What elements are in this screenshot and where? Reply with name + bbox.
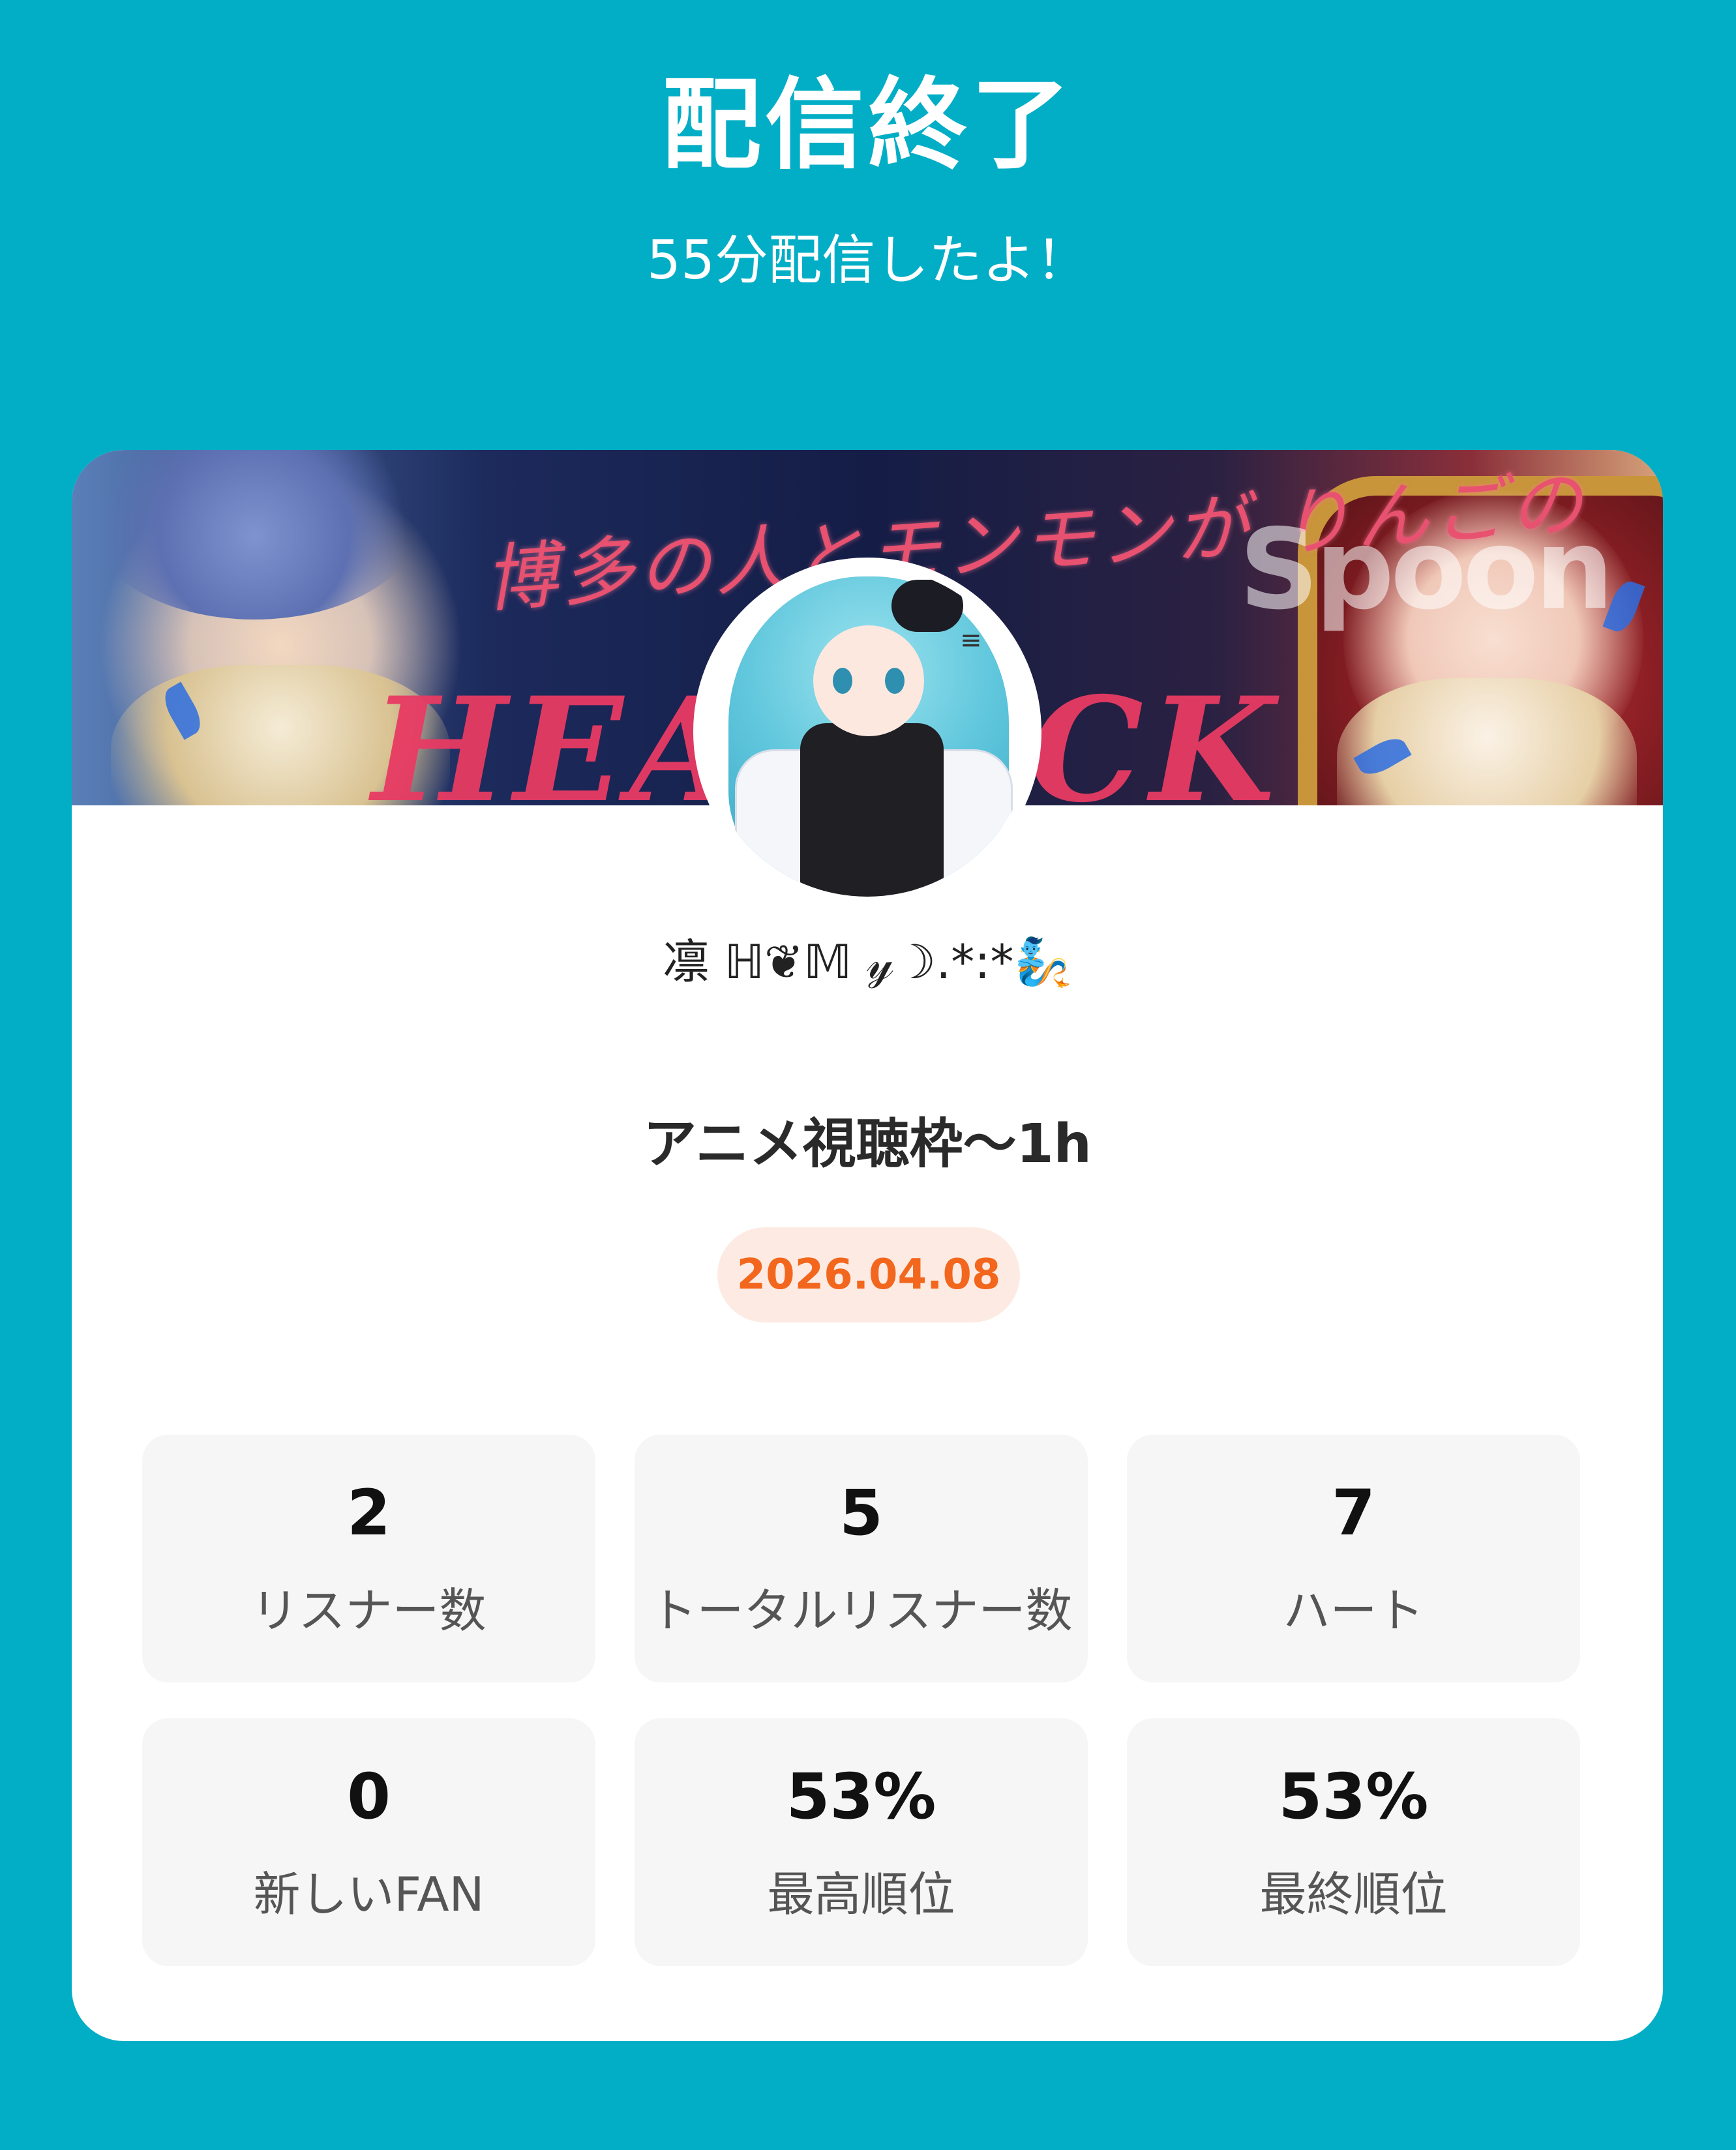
stat-value: 5 — [839, 1476, 883, 1549]
stat-total-listeners: 5 トータルリスナー数 — [635, 1435, 1088, 1682]
stat-listeners: 2 リスナー数 — [142, 1435, 595, 1682]
stat-value: 2 — [347, 1476, 391, 1549]
stat-label: 最高順位 — [767, 1867, 955, 1922]
spoon-logo: Spoon — [1239, 505, 1614, 635]
avatar-eye — [885, 668, 905, 694]
avatar-image: ≡ — [702, 567, 1032, 897]
date-badge: 2026.04.08 — [717, 1227, 1020, 1322]
stat-label: ハート — [1283, 1583, 1424, 1638]
stat-label: 新しいFAN — [253, 1867, 485, 1922]
avatar-hair-bow — [891, 580, 963, 632]
stat-final-rank: 53% 最終順位 — [1127, 1718, 1580, 1966]
stat-hearts: 7 ハート — [1127, 1435, 1580, 1682]
broadcast-duration-text: 55分配信したよ！ — [646, 230, 1090, 291]
avatar-face — [813, 625, 924, 736]
stat-value: 7 — [1332, 1476, 1375, 1549]
avatar[interactable]: ≡ — [693, 558, 1041, 906]
stream-title: アニメ視聴枠～1h — [643, 1113, 1092, 1175]
stat-label: 最終順位 — [1259, 1867, 1448, 1922]
avatar-dress — [800, 723, 944, 897]
sparkle-icon: ≡ — [960, 625, 982, 655]
stat-value: 53% — [1278, 1760, 1429, 1833]
broadcast-summary-card: 博多の人とモンモンが りんごの HEAL ACK Spoon ≡ 凛 ℍ❦𝕄 𝓎… — [72, 450, 1663, 2041]
page-title: 配信終了 — [662, 67, 1074, 183]
stat-new-fans: 0 新しいFAN — [142, 1718, 595, 1966]
user-name: 凛 ℍ❦𝕄 𝓎☽.*:*🧞 — [662, 934, 1073, 989]
stat-highest-rank: 53% 最高順位 — [635, 1718, 1088, 1966]
avatar-eye — [833, 668, 852, 694]
stat-value: 0 — [347, 1760, 391, 1833]
stat-value: 53% — [786, 1760, 936, 1833]
stat-label: トータルリスナー数 — [650, 1583, 1073, 1638]
stat-label: リスナー数 — [251, 1583, 486, 1638]
